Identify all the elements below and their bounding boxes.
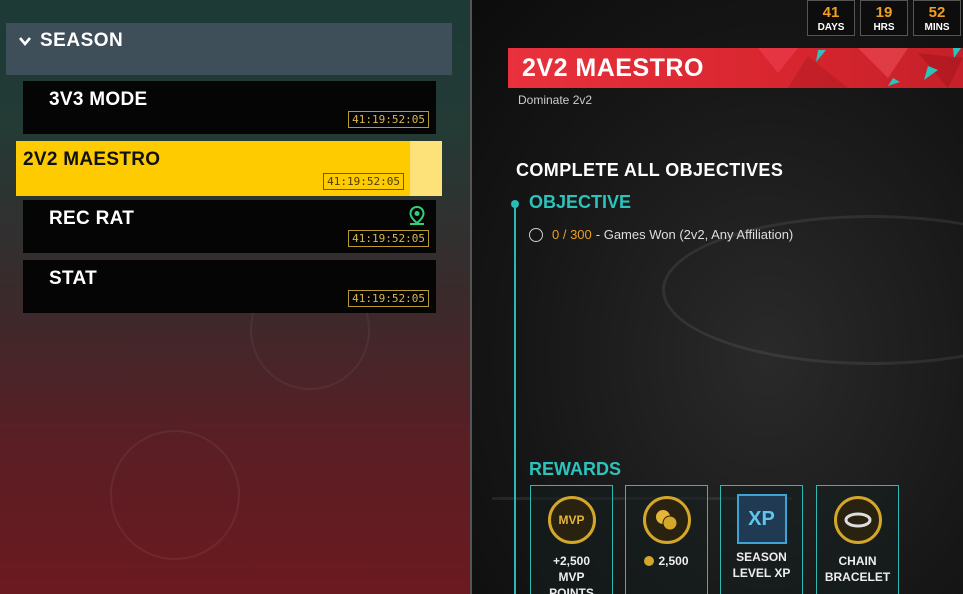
sidebar-item-stat[interactable]: STAT 41:19:52:05 — [23, 260, 436, 313]
reward-label: +2,500 MVP POINTS — [531, 553, 612, 594]
objective-heading: OBJECTIVE — [529, 192, 632, 212]
timeline-dot — [511, 200, 519, 208]
sidebar-item-label: 2V2 MAESTRO — [23, 149, 161, 170]
reward-label: 2,500 — [626, 553, 707, 569]
reward-mvp-points[interactable]: MVP +2,500 MVP POINTS — [530, 485, 613, 594]
challenge-title-banner: 2V2 MAESTRO — [508, 48, 963, 88]
challenge-title: 2V2 MAESTRO — [522, 54, 704, 82]
reward-label: SEASON LEVEL XP — [721, 549, 802, 581]
sidebar-item-timer: 41:19:52:05 — [348, 111, 429, 128]
reward-label-line: LEVEL XP — [732, 566, 791, 580]
location-pin-icon — [409, 205, 425, 225]
countdown-value: 19 — [875, 4, 893, 21]
reward-chain-bracelet[interactable]: CHAIN BRACELET — [816, 485, 899, 594]
background-basketball — [110, 430, 240, 560]
timeline-line — [514, 203, 516, 594]
objective-item: 0 / 300 - Games Won (2v2, Any Affiliatio… — [529, 227, 793, 242]
rewards-heading: REWARDS — [529, 459, 622, 479]
complete-all-heading: COMPLETE ALL OBJECTIVES — [516, 160, 784, 180]
reward-label-line: CHAIN — [838, 554, 877, 568]
coin-icon — [644, 556, 655, 566]
countdown-unit: MINS — [924, 22, 950, 33]
reward-label-line: SEASON — [736, 550, 787, 564]
coins-icon — [642, 496, 691, 544]
countdown-value: 52 — [928, 4, 946, 21]
bracelet-icon — [833, 496, 882, 544]
countdown-unit: HRS — [873, 22, 895, 33]
sidebar-item-timer: 41:19:52:05 — [348, 290, 429, 307]
reward-coins[interactable]: 2,500 — [625, 485, 708, 594]
reward-label: CHAIN BRACELET — [817, 553, 898, 585]
reward-label-line: POINTS — [549, 586, 594, 594]
countdown-unit: DAYS — [817, 22, 845, 33]
season-section-header[interactable]: SEASON — [6, 23, 452, 75]
sidebar-item-3v3-mode[interactable]: 3V3 MODE 41:19:52:05 — [23, 81, 436, 134]
reward-label-line: BRACELET — [824, 570, 891, 584]
chevron-down-icon — [19, 37, 31, 47]
countdown-hours: 19 HRS — [860, 0, 908, 36]
season-countdown: 41 DAYS 19 HRS 52 MINS — [802, 0, 961, 36]
chain-icon — [844, 512, 871, 528]
reward-season-xp[interactable]: XP SEASON LEVEL XP — [720, 485, 803, 594]
xp-badge-icon: XP — [736, 494, 787, 544]
countdown-value: 41 — [822, 4, 840, 21]
mvp-badge-icon: MVP — [547, 496, 596, 544]
sidebar-item-2v2-maestro[interactable]: 2V2 MAESTRO 41:19:52:05 — [16, 141, 442, 196]
season-section-label: SEASON — [40, 30, 124, 51]
reward-label-line: 2,500 — [658, 554, 689, 568]
reward-label-line: MVP — [558, 570, 585, 584]
sidebar-item-timer: 41:19:52:05 — [323, 173, 404, 190]
countdown-minutes: 52 MINS — [913, 0, 961, 36]
sidebar-item-label: REC RAT — [49, 208, 135, 229]
sidebar-item-label: STAT — [49, 268, 97, 289]
sidebar-item-label: 3V3 MODE — [49, 89, 148, 110]
selection-stripe — [410, 141, 442, 196]
coin-stack-icon — [655, 510, 677, 531]
countdown-days: 41 DAYS — [807, 0, 855, 36]
sidebar-item-rec-rat[interactable]: REC RAT 41:19:52:05 — [23, 200, 436, 253]
objective-status-icon — [529, 227, 543, 242]
season-panel: SEASON 3V3 MODE 41:19:52:05 2V2 MAESTRO … — [0, 0, 470, 594]
objective-description: - Games Won (2v2, Any Affiliation) — [595, 227, 794, 242]
reward-label-line: +2,500 — [552, 554, 591, 568]
objective-progress: 0 / 300 — [552, 227, 592, 242]
challenge-subtitle: Dominate 2v2 — [518, 93, 593, 107]
sidebar-item-timer: 41:19:52:05 — [348, 230, 429, 247]
